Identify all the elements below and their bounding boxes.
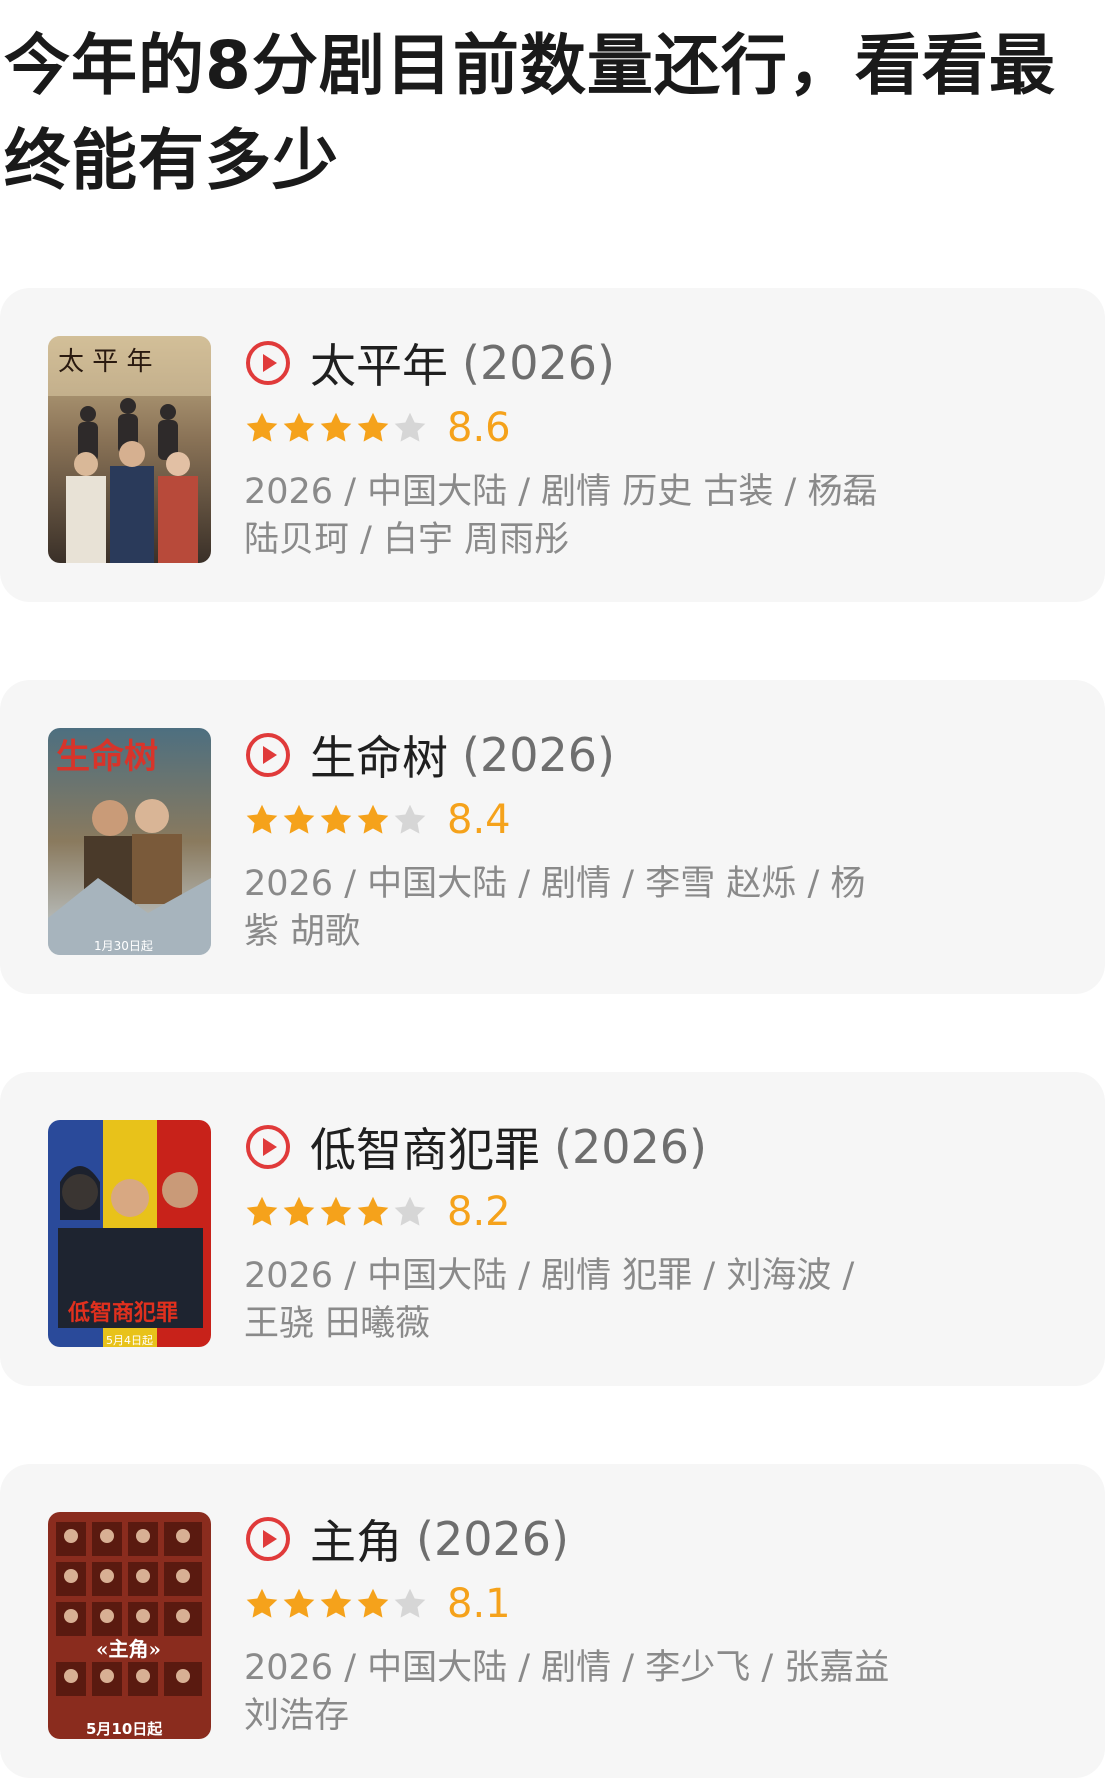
star-empty-icon	[392, 1586, 428, 1622]
drama-info: 主角 (2026) 8.1 2026 / 中国大陆 / 剧情 / 李少飞 / 张…	[244, 1504, 889, 1740]
poster-image[interactable]: 低智商犯罪 5月4日起	[48, 1120, 211, 1347]
drama-title[interactable]: 生命树	[310, 722, 448, 788]
star-empty-icon	[392, 410, 428, 446]
star-filled-icon	[318, 1194, 354, 1230]
star-filled-icon	[244, 1194, 280, 1230]
drama-info: 低智商犯罪 (2026) 8.2 2026 / 中国大陆 / 剧情 犯罪 / 刘…	[244, 1112, 884, 1348]
drama-title[interactable]: 主角	[310, 1506, 402, 1572]
drama-year: (2026)	[462, 728, 615, 782]
drama-card-dizhishangfanzui[interactable]: 低智商犯罪 5月4日起 低智商犯罪 (2026) 8.2 2026 / 中国大陆…	[0, 1072, 1105, 1386]
star-filled-icon	[318, 802, 354, 838]
drama-meta: 2026 / 中国大陆 / 剧情 历史 古装 / 杨磊 陆贝珂 / 白宇 周雨彤	[244, 472, 878, 560]
play-circle-icon[interactable]	[244, 1123, 292, 1171]
rating-score: 8.1	[447, 1581, 511, 1627]
star-filled-icon	[281, 802, 317, 838]
drama-year: (2026)	[554, 1120, 707, 1174]
star-filled-icon	[355, 802, 391, 838]
star-rating	[244, 1586, 429, 1622]
post-title: 今年的8分剧目前数量还行，看看最终能有多少	[4, 27, 1056, 199]
svg-text:生命树: 生命树	[56, 737, 158, 777]
drama-card-zhujiao[interactable]: «主角» 5月10日起 主角 (2026) 8.1 2026 / 中国大陆 / …	[0, 1464, 1105, 1778]
svg-text:太 平 年: 太 平 年	[58, 347, 153, 377]
drama-card-shengmingshu[interactable]: 生命树 1月30日起 生命树 (2026) 8.4 2026 / 中国大陆 / …	[0, 680, 1105, 994]
star-filled-icon	[355, 1586, 391, 1622]
drama-card-taipingnian[interactable]: 太 平 年 太平年 (2026) 8.6 2026 / 中国大陆 / 剧情 历史…	[0, 288, 1105, 602]
drama-info: 太平年 (2026) 8.6 2026 / 中国大陆 / 剧情 历史 古装 / …	[244, 328, 884, 564]
svg-text:低智商犯罪: 低智商犯罪	[67, 1300, 178, 1326]
drama-meta: 2026 / 中国大陆 / 剧情 / 李雪 赵烁 / 杨紫 胡歌	[244, 864, 866, 952]
star-filled-icon	[355, 1194, 391, 1230]
poster-image[interactable]: 太 平 年	[48, 336, 211, 563]
drama-title[interactable]: 低智商犯罪	[310, 1114, 540, 1180]
star-filled-icon	[244, 802, 280, 838]
rating-score: 8.2	[447, 1189, 511, 1235]
star-filled-icon	[355, 410, 391, 446]
poster-image[interactable]: 生命树 1月30日起	[48, 728, 211, 955]
drama-title[interactable]: 太平年	[310, 330, 448, 396]
star-filled-icon	[244, 410, 280, 446]
play-circle-icon[interactable]	[244, 339, 292, 387]
star-filled-icon	[281, 1194, 317, 1230]
drama-year: (2026)	[416, 1512, 569, 1566]
rating-score: 8.6	[447, 405, 511, 451]
star-rating	[244, 1194, 429, 1230]
svg-text:5月4日起: 5月4日起	[106, 1334, 153, 1347]
star-rating	[244, 410, 429, 446]
drama-info: 生命树 (2026) 8.4 2026 / 中国大陆 / 剧情 / 李雪 赵烁 …	[244, 720, 884, 956]
star-empty-icon	[392, 802, 428, 838]
star-filled-icon	[244, 1586, 280, 1622]
play-circle-icon[interactable]	[244, 731, 292, 779]
svg-text:1月30日起: 1月30日起	[94, 939, 153, 953]
star-filled-icon	[318, 410, 354, 446]
drama-meta: 2026 / 中国大陆 / 剧情 / 李少飞 / 张嘉益 刘浩存	[244, 1648, 890, 1736]
star-filled-icon	[281, 1586, 317, 1622]
star-filled-icon	[318, 1586, 354, 1622]
star-empty-icon	[392, 1194, 428, 1230]
svg-text:«主角»: «主角»	[96, 1637, 161, 1661]
star-rating	[244, 802, 429, 838]
star-filled-icon	[281, 410, 317, 446]
poster-image[interactable]: «主角» 5月10日起	[48, 1512, 211, 1739]
svg-text:5月10日起: 5月10日起	[86, 1720, 163, 1738]
play-circle-icon[interactable]	[244, 1515, 292, 1563]
rating-score: 8.4	[447, 797, 511, 843]
drama-year: (2026)	[462, 336, 615, 390]
drama-meta: 2026 / 中国大陆 / 剧情 犯罪 / 刘海波 / 王骁 田曦薇	[244, 1256, 855, 1344]
